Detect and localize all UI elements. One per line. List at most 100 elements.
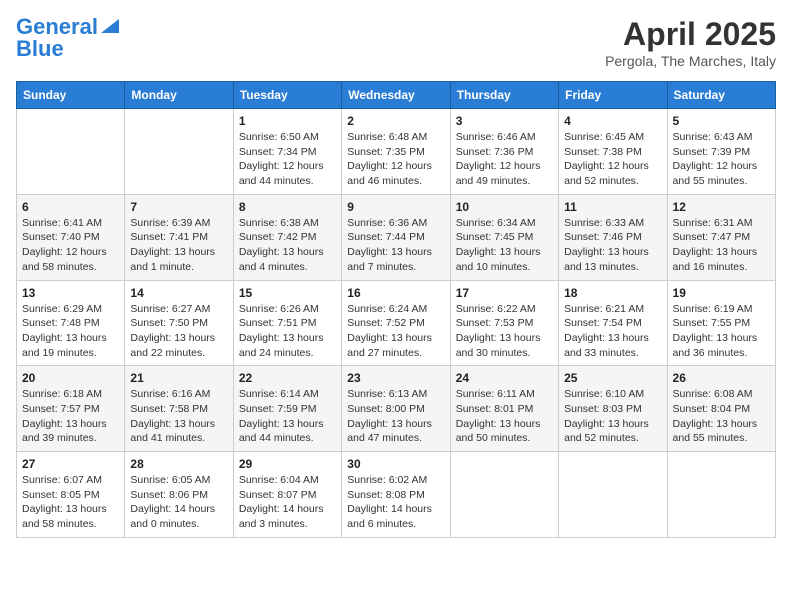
day-number: 15 [239, 286, 336, 300]
day-number: 4 [564, 114, 661, 128]
day-number: 26 [673, 371, 770, 385]
day-number: 5 [673, 114, 770, 128]
calendar-cell: 23Sunrise: 6:13 AM Sunset: 8:00 PM Dayli… [342, 366, 450, 452]
calendar-cell: 11 Sunrise: 6:33 AM Sunset: 7:46 PM Dayli… [559, 194, 667, 280]
day-info: Sunrise: 6:02 AM Sunset: 8:08 PM Dayligh… [347, 473, 444, 532]
day-info: Sunrise: 6:11 AM Sunset: 8:01 PM Dayligh… [456, 387, 553, 446]
day-number: 28 [130, 457, 227, 471]
month-title: April 2025 [605, 16, 776, 53]
calendar-cell: 12Sunrise: 6:31 AM Sunset: 7:47 PM Dayli… [667, 194, 775, 280]
day-info: Sunrise: 6:19 AM Sunset: 7:55 PM Dayligh… [673, 302, 770, 361]
calendar-header-sunday: Sunday [17, 82, 125, 109]
day-number: 8 [239, 200, 336, 214]
day-number: 25 [564, 371, 661, 385]
calendar-cell [125, 109, 233, 195]
logo: General Blue [16, 16, 119, 60]
calendar-cell: 7 Sunrise: 6:39 AM Sunset: 7:41 PM Daylig… [125, 194, 233, 280]
calendar-cell: 2 Sunrise: 6:48 AM Sunset: 7:35 PM Daylig… [342, 109, 450, 195]
day-info: Sunrise: 6:33 AM Sunset: 7:46 PM Dayligh… [564, 216, 661, 275]
title-block: April 2025 Pergola, The Marches, Italy [605, 16, 776, 69]
day-info: Sunrise: 6:24 AM Sunset: 7:52 PM Dayligh… [347, 302, 444, 361]
day-number: 23 [347, 371, 444, 385]
page-header: General Blue April 2025 Pergola, The Mar… [16, 16, 776, 69]
logo-blue: Blue [16, 38, 64, 60]
day-info: Sunrise: 6:41 AM Sunset: 7:40 PM Dayligh… [22, 216, 119, 275]
day-info: Sunrise: 6:29 AM Sunset: 7:48 PM Dayligh… [22, 302, 119, 361]
calendar-week-row: 13Sunrise: 6:29 AM Sunset: 7:48 PM Dayli… [17, 280, 776, 366]
calendar-cell: 9 Sunrise: 6:36 AM Sunset: 7:44 PM Daylig… [342, 194, 450, 280]
day-info: Sunrise: 6:34 AM Sunset: 7:45 PM Dayligh… [456, 216, 553, 275]
day-info: Sunrise: 6:39 AM Sunset: 7:41 PM Dayligh… [130, 216, 227, 275]
calendar-cell: 27 Sunrise: 6:07 AM Sunset: 8:05 PM Dayli… [17, 452, 125, 538]
calendar-week-row: 27 Sunrise: 6:07 AM Sunset: 8:05 PM Dayli… [17, 452, 776, 538]
calendar-cell [450, 452, 558, 538]
day-info: Sunrise: 6:46 AM Sunset: 7:36 PM Dayligh… [456, 130, 553, 189]
calendar-cell: 26 Sunrise: 6:08 AM Sunset: 8:04 PM Dayli… [667, 366, 775, 452]
calendar-cell: 6 Sunrise: 6:41 AM Sunset: 7:40 PM Daylig… [17, 194, 125, 280]
calendar-table: SundayMondayTuesdayWednesdayThursdayFrid… [16, 81, 776, 538]
calendar-cell: 17Sunrise: 6:22 AM Sunset: 7:53 PM Dayli… [450, 280, 558, 366]
calendar-cell: 3Sunrise: 6:46 AM Sunset: 7:36 PM Daylig… [450, 109, 558, 195]
day-number: 20 [22, 371, 119, 385]
day-number: 30 [347, 457, 444, 471]
day-number: 7 [130, 200, 227, 214]
day-info: Sunrise: 6:10 AM Sunset: 8:03 PM Dayligh… [564, 387, 661, 446]
calendar-cell: 13Sunrise: 6:29 AM Sunset: 7:48 PM Dayli… [17, 280, 125, 366]
calendar-week-row: 1Sunrise: 6:50 AM Sunset: 7:34 PM Daylig… [17, 109, 776, 195]
day-number: 29 [239, 457, 336, 471]
calendar-cell: 22 Sunrise: 6:14 AM Sunset: 7:59 PM Dayli… [233, 366, 341, 452]
logo-icon [101, 15, 119, 33]
calendar-cell: 10 Sunrise: 6:34 AM Sunset: 7:45 PM Dayli… [450, 194, 558, 280]
day-info: Sunrise: 6:38 AM Sunset: 7:42 PM Dayligh… [239, 216, 336, 275]
calendar-cell: 30 Sunrise: 6:02 AM Sunset: 8:08 PM Dayli… [342, 452, 450, 538]
day-info: Sunrise: 6:16 AM Sunset: 7:58 PM Dayligh… [130, 387, 227, 446]
calendar-week-row: 6 Sunrise: 6:41 AM Sunset: 7:40 PM Daylig… [17, 194, 776, 280]
calendar-header-thursday: Thursday [450, 82, 558, 109]
day-info: Sunrise: 6:48 AM Sunset: 7:35 PM Dayligh… [347, 130, 444, 189]
calendar-header-monday: Monday [125, 82, 233, 109]
calendar-cell: 21 Sunrise: 6:16 AM Sunset: 7:58 PM Dayli… [125, 366, 233, 452]
calendar-cell: 19 Sunrise: 6:19 AM Sunset: 7:55 PM Dayli… [667, 280, 775, 366]
day-number: 9 [347, 200, 444, 214]
day-info: Sunrise: 6:08 AM Sunset: 8:04 PM Dayligh… [673, 387, 770, 446]
day-number: 10 [456, 200, 553, 214]
calendar-cell: 25 Sunrise: 6:10 AM Sunset: 8:03 PM Dayli… [559, 366, 667, 452]
calendar-cell: 18 Sunrise: 6:21 AM Sunset: 7:54 PM Dayli… [559, 280, 667, 366]
day-number: 22 [239, 371, 336, 385]
day-number: 27 [22, 457, 119, 471]
calendar-cell: 8 Sunrise: 6:38 AM Sunset: 7:42 PM Daylig… [233, 194, 341, 280]
calendar-cell: 15 Sunrise: 6:26 AM Sunset: 7:51 PM Dayli… [233, 280, 341, 366]
calendar-cell: 5 Sunrise: 6:43 AM Sunset: 7:39 PM Daylig… [667, 109, 775, 195]
day-number: 18 [564, 286, 661, 300]
day-info: Sunrise: 6:14 AM Sunset: 7:59 PM Dayligh… [239, 387, 336, 446]
calendar-week-row: 20Sunrise: 6:18 AM Sunset: 7:57 PM Dayli… [17, 366, 776, 452]
calendar-header-saturday: Saturday [667, 82, 775, 109]
day-info: Sunrise: 6:26 AM Sunset: 7:51 PM Dayligh… [239, 302, 336, 361]
calendar-cell: 29 Sunrise: 6:04 AM Sunset: 8:07 PM Dayli… [233, 452, 341, 538]
calendar-cell [559, 452, 667, 538]
calendar-header-row: SundayMondayTuesdayWednesdayThursdayFrid… [17, 82, 776, 109]
calendar-cell: 28 Sunrise: 6:05 AM Sunset: 8:06 PM Dayli… [125, 452, 233, 538]
calendar-cell: 24Sunrise: 6:11 AM Sunset: 8:01 PM Dayli… [450, 366, 558, 452]
day-info: Sunrise: 6:36 AM Sunset: 7:44 PM Dayligh… [347, 216, 444, 275]
location-subtitle: Pergola, The Marches, Italy [605, 53, 776, 69]
day-number: 2 [347, 114, 444, 128]
calendar-cell: 16 Sunrise: 6:24 AM Sunset: 7:52 PM Dayli… [342, 280, 450, 366]
day-info: Sunrise: 6:07 AM Sunset: 8:05 PM Dayligh… [22, 473, 119, 532]
day-number: 16 [347, 286, 444, 300]
calendar-cell [667, 452, 775, 538]
day-info: Sunrise: 6:45 AM Sunset: 7:38 PM Dayligh… [564, 130, 661, 189]
day-number: 6 [22, 200, 119, 214]
day-info: Sunrise: 6:43 AM Sunset: 7:39 PM Dayligh… [673, 130, 770, 189]
day-info: Sunrise: 6:21 AM Sunset: 7:54 PM Dayligh… [564, 302, 661, 361]
day-number: 19 [673, 286, 770, 300]
day-info: Sunrise: 6:27 AM Sunset: 7:50 PM Dayligh… [130, 302, 227, 361]
day-info: Sunrise: 6:04 AM Sunset: 8:07 PM Dayligh… [239, 473, 336, 532]
day-number: 21 [130, 371, 227, 385]
calendar-header-tuesday: Tuesday [233, 82, 341, 109]
day-info: Sunrise: 6:50 AM Sunset: 7:34 PM Dayligh… [239, 130, 336, 189]
day-number: 11 [564, 200, 661, 214]
calendar-cell: 4 Sunrise: 6:45 AM Sunset: 7:38 PM Daylig… [559, 109, 667, 195]
day-info: Sunrise: 6:05 AM Sunset: 8:06 PM Dayligh… [130, 473, 227, 532]
calendar-cell: 14Sunrise: 6:27 AM Sunset: 7:50 PM Dayli… [125, 280, 233, 366]
